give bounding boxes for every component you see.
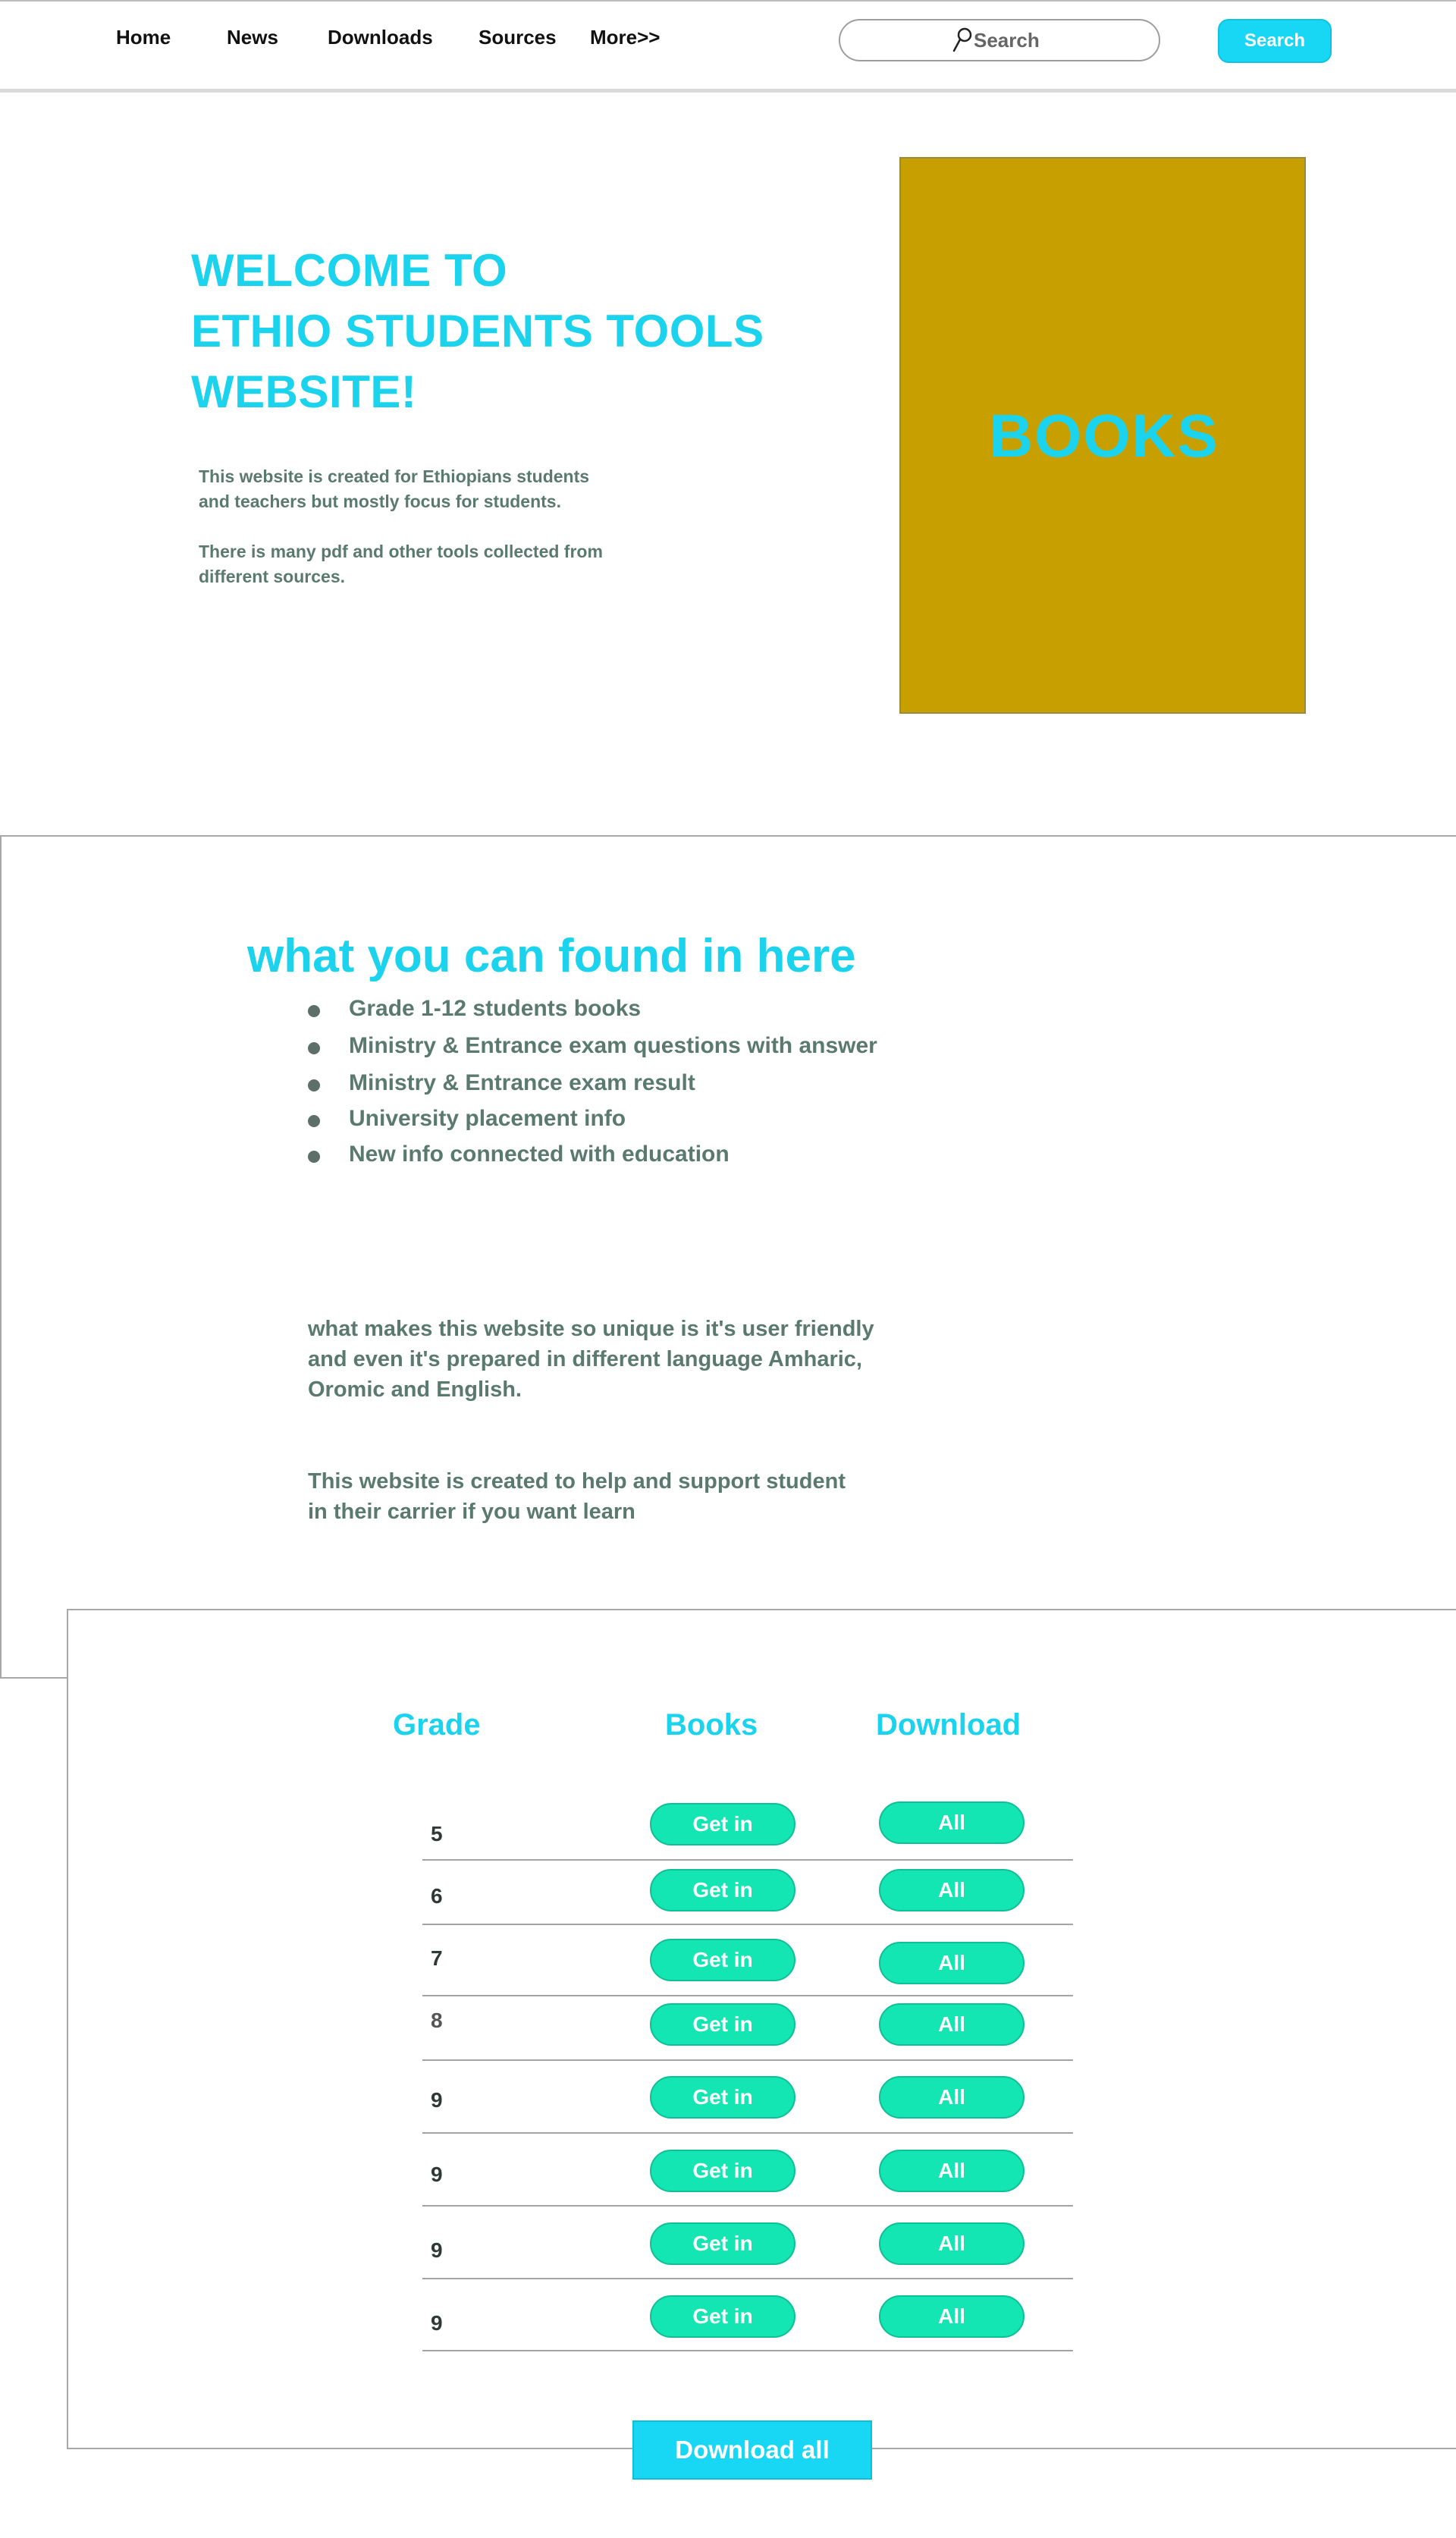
unique-text-line-1: what makes this website so unique is it'…: [308, 1317, 874, 1341]
search-input[interactable]: [974, 28, 1141, 52]
bullet-dot: [308, 1151, 320, 1163]
unique-text-line-3: Oromic and English.: [308, 1377, 522, 1402]
feature-item-books: Grade 1-12 students books: [349, 996, 642, 1021]
hero-title-line-1: WELCOME TO: [191, 245, 508, 296]
bullet-dot: [308, 1042, 320, 1054]
unique-text-line-2: and even it's prepared in different lang…: [308, 1347, 862, 1371]
grade-cell: 5: [431, 1822, 443, 1845]
books-banner-label: BOOKS: [989, 402, 1219, 470]
top-navigation-bar: Home News Downloads Sources More>> Searc…: [0, 0, 1456, 93]
search-button[interactable]: Search: [1218, 19, 1332, 63]
download-all-grade-button[interactable]: All: [879, 2222, 1025, 2265]
books-get-in-button[interactable]: Get in: [650, 2003, 795, 2046]
row-divider: [422, 2132, 1073, 2134]
books-get-in-button[interactable]: Get in: [650, 2150, 795, 2192]
grade-cell: 9: [431, 2088, 443, 2112]
download-all-grade-button[interactable]: All: [879, 2003, 1025, 2046]
books-get-in-button[interactable]: Get in: [650, 1939, 795, 1981]
books-get-in-button[interactable]: Get in: [650, 2295, 795, 2338]
books-get-in-button[interactable]: Get in: [650, 2222, 795, 2265]
grade-cell: 9: [431, 2238, 443, 2262]
column-header-grade: Grade: [393, 1708, 481, 1742]
feature-item-exam-result: Ministry & Entrance exam result: [349, 1070, 695, 1095]
grade-cell: 6: [431, 1884, 443, 1908]
download-all-grade-button[interactable]: All: [879, 1942, 1025, 1984]
features-heading: what you can found in here: [247, 930, 856, 982]
hero-title-line-3: WEBSITE!: [191, 366, 417, 417]
grade-cell: 9: [431, 2311, 443, 2335]
purpose-text-line-1: This website is created to help and supp…: [308, 1469, 846, 1494]
purpose-text-line-2: in their carrier if you want learn: [308, 1500, 635, 1524]
books-get-in-button[interactable]: Get in: [650, 1869, 795, 1911]
grade-cell: 7: [431, 1946, 443, 1970]
column-header-books: Books: [665, 1708, 758, 1742]
search-box[interactable]: [839, 19, 1160, 61]
row-divider: [422, 1859, 1073, 1861]
row-divider: [422, 1995, 1073, 1996]
download-all-grade-button[interactable]: All: [879, 2150, 1025, 2192]
column-header-download: Download: [876, 1708, 1021, 1742]
hero-sources-line-2: different sources.: [199, 567, 345, 586]
row-divider: [422, 1924, 1073, 1925]
download-all-grade-button[interactable]: All: [879, 2295, 1025, 2338]
nav-item-more[interactable]: More>>: [590, 26, 661, 49]
download-all-grade-button[interactable]: All: [879, 2076, 1025, 2119]
bullet-dot: [308, 1005, 320, 1017]
bullet-dot: [308, 1079, 320, 1092]
nav-item-sources[interactable]: Sources: [479, 26, 557, 49]
books-get-in-button[interactable]: Get in: [650, 1803, 795, 1845]
feature-item-university-placement: University placement info: [349, 1106, 626, 1131]
hero-intro-line-2: and teachers but mostly focus for studen…: [199, 492, 561, 511]
download-all-grade-button[interactable]: All: [879, 1801, 1025, 1844]
row-divider: [422, 2350, 1073, 2351]
grade-cell: 9: [431, 2163, 443, 2186]
hero-intro-line-1: This website is created for Ethiopians s…: [199, 466, 590, 486]
books-get-in-button[interactable]: Get in: [650, 2076, 795, 2119]
hero-sources-line-1: There is many pdf and other tools collec…: [199, 542, 603, 561]
grade-cell: 8: [431, 2009, 443, 2032]
nav-item-downloads[interactable]: Downloads: [328, 26, 433, 49]
feature-item-education-news: New info connected with education: [349, 1142, 730, 1167]
row-divider: [422, 2205, 1073, 2207]
feature-item-exam-questions: Ministry & Entrance exam questions with …: [349, 1033, 877, 1058]
row-divider: [422, 2059, 1073, 2061]
nav-item-news[interactable]: News: [227, 26, 278, 49]
download-all-button[interactable]: Download all: [632, 2420, 872, 2480]
download-all-grade-button[interactable]: All: [879, 1869, 1025, 1911]
hero-title-line-2: ETHIO STUDENTS TOOLS: [191, 306, 764, 357]
nav-item-home[interactable]: Home: [116, 26, 171, 49]
row-divider: [422, 2278, 1073, 2279]
books-banner[interactable]: BOOKS: [899, 157, 1306, 714]
search-icon: [952, 27, 972, 52]
bullet-dot: [308, 1115, 320, 1127]
